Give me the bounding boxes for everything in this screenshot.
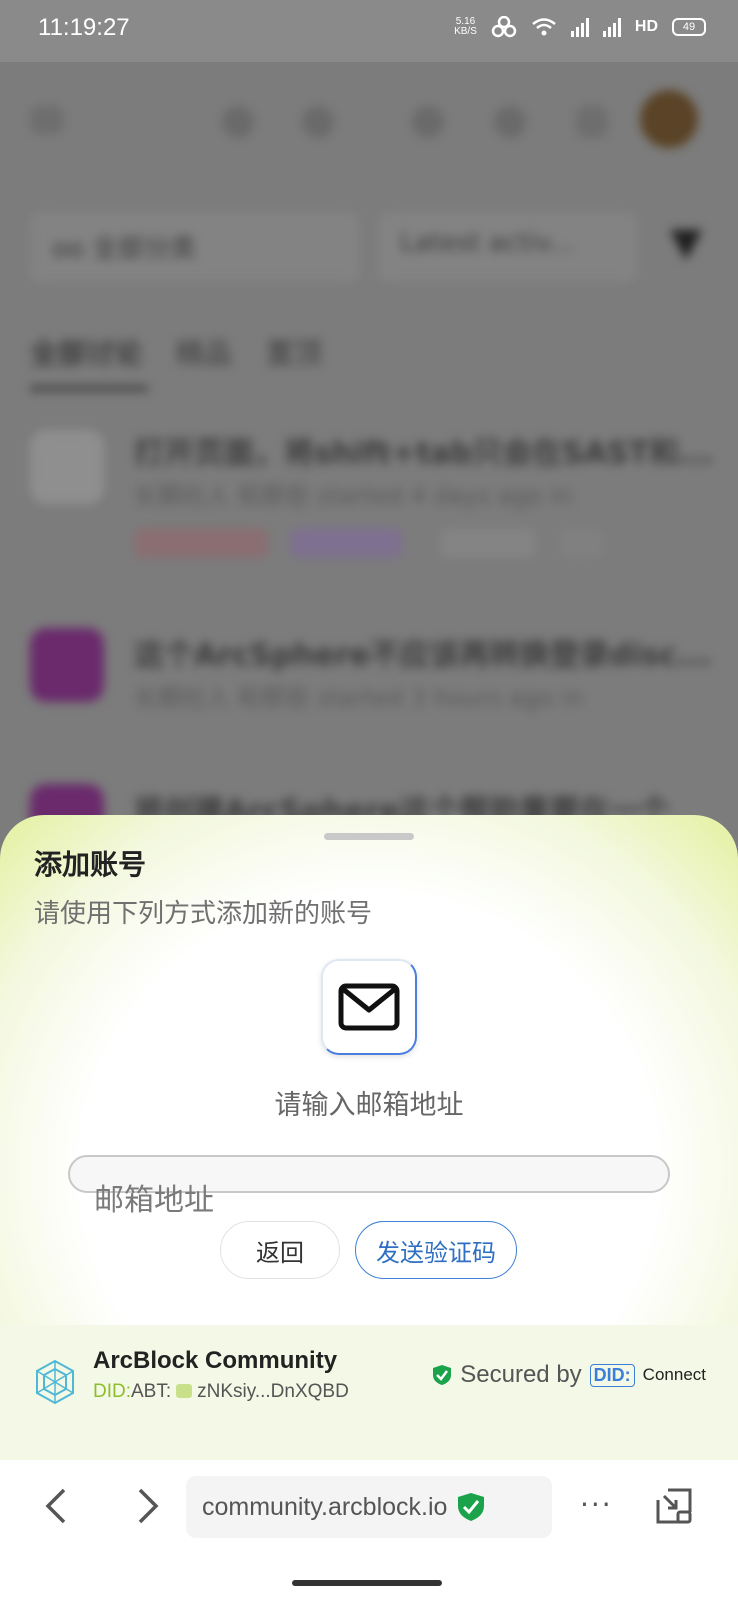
url-text: community.arcblock.io	[202, 1492, 448, 1521]
signal-5g-1-icon	[570, 17, 589, 37]
tab-pinned: 置顶	[266, 337, 323, 370]
home-indicator[interactable]	[292, 1580, 442, 1586]
net-speed: 5.16 KB/S	[454, 17, 477, 37]
tab-underline	[30, 386, 148, 391]
post-meta: 长期社人 和那些 started 3 hours ago in	[134, 684, 583, 712]
post-tag	[290, 528, 402, 558]
email-placeholder: 邮箱地址	[94, 1183, 214, 1218]
post-tag	[560, 528, 604, 558]
minimize-window-icon[interactable]	[654, 1486, 694, 1526]
apps-icon	[576, 106, 608, 138]
back-button[interactable]: 返回	[220, 1221, 340, 1279]
status-bar: 11:19:27 5.16 KB/S HD 49	[0, 0, 738, 62]
sheet-drag-handle[interactable]	[324, 833, 414, 840]
avatar	[640, 90, 698, 148]
forward-arrow-icon[interactable]	[132, 1486, 164, 1526]
back-arrow-icon[interactable]	[40, 1486, 72, 1526]
post-avatar	[30, 430, 104, 504]
email-prompt: 请输入邮箱地址	[274, 1090, 464, 1121]
menu-icon	[30, 106, 64, 134]
post-meta: 长期社人 和那些 started 4 days ago in	[134, 482, 573, 510]
app-did: DID:ABT: zNKsiy...DnXQBD	[93, 1381, 349, 1403]
send-code-button[interactable]: 发送验证码	[355, 1221, 517, 1279]
background-page: oo 全部分类 Latest activ... 全部讨论 精品 置顶 打开页面，…	[0, 62, 738, 858]
connect-label: Connect	[642, 1365, 706, 1384]
did-prefix: DID:	[93, 1381, 131, 1402]
email-method-option[interactable]	[321, 959, 417, 1055]
post-title: 这个ArcSphere不应该再转换登录disc...	[134, 638, 712, 673]
status-icons: 5.16 KB/S HD 49	[454, 16, 706, 38]
did-value: zNKsiy...DnXQBD	[197, 1381, 349, 1402]
secured-by-did-connect: Secured by DID: Connect	[432, 1361, 706, 1389]
more-menu-icon[interactable]: ···	[580, 1488, 613, 1521]
post-avatar	[30, 628, 104, 702]
did-avatar-icon	[176, 1384, 193, 1398]
hd-label: HD	[634, 18, 658, 35]
signal-5g-2-icon	[602, 17, 621, 37]
sheet-title: 添加账号	[34, 848, 147, 881]
wifi-icon	[532, 18, 556, 36]
arcblock-logo-icon	[36, 1359, 74, 1405]
tab-featured: 精品	[176, 337, 233, 370]
category-select-label: oo 全部分类	[52, 234, 197, 264]
post-title: 打开页面，将shift+tab只会在SAST和...	[134, 436, 714, 471]
browser-toolbar: community.arcblock.io ···	[0, 1460, 738, 1600]
globe-icon	[494, 106, 526, 138]
did-chain: ABT:	[131, 1381, 172, 1402]
search-icon	[222, 106, 254, 138]
mail-icon	[338, 983, 400, 1031]
shield-check-icon	[433, 1365, 452, 1385]
app-info-footer: ArcBlock Community DID:ABT: zNKsiy...DnXQ…	[0, 1325, 738, 1460]
sort-select-label: Latest activ...	[400, 228, 575, 258]
app-name: ArcBlock Community	[93, 1347, 338, 1374]
post-tag	[134, 528, 268, 558]
chat-icon	[302, 106, 334, 138]
add-account-sheet: 添加账号 请使用下列方式添加新的账号 请输入邮箱地址 邮箱地址 返回 发送验证码…	[0, 815, 738, 1460]
tab-all: 全部讨论	[30, 337, 143, 370]
status-time: 11:19:27	[38, 14, 130, 41]
hotspot-icon	[491, 16, 517, 38]
bell-icon	[412, 106, 444, 138]
did-logo: DID:	[589, 1363, 635, 1387]
battery-icon: 49	[672, 18, 706, 36]
post-tag	[440, 528, 536, 558]
secure-shield-icon	[458, 1493, 485, 1521]
address-bar[interactable]: community.arcblock.io	[186, 1476, 552, 1538]
filter-icon	[670, 230, 702, 260]
net-speed-unit: KB/S	[454, 26, 477, 37]
secured-by-label: Secured by	[460, 1361, 582, 1388]
sheet-subtitle: 请使用下列方式添加新的账号	[34, 899, 373, 929]
